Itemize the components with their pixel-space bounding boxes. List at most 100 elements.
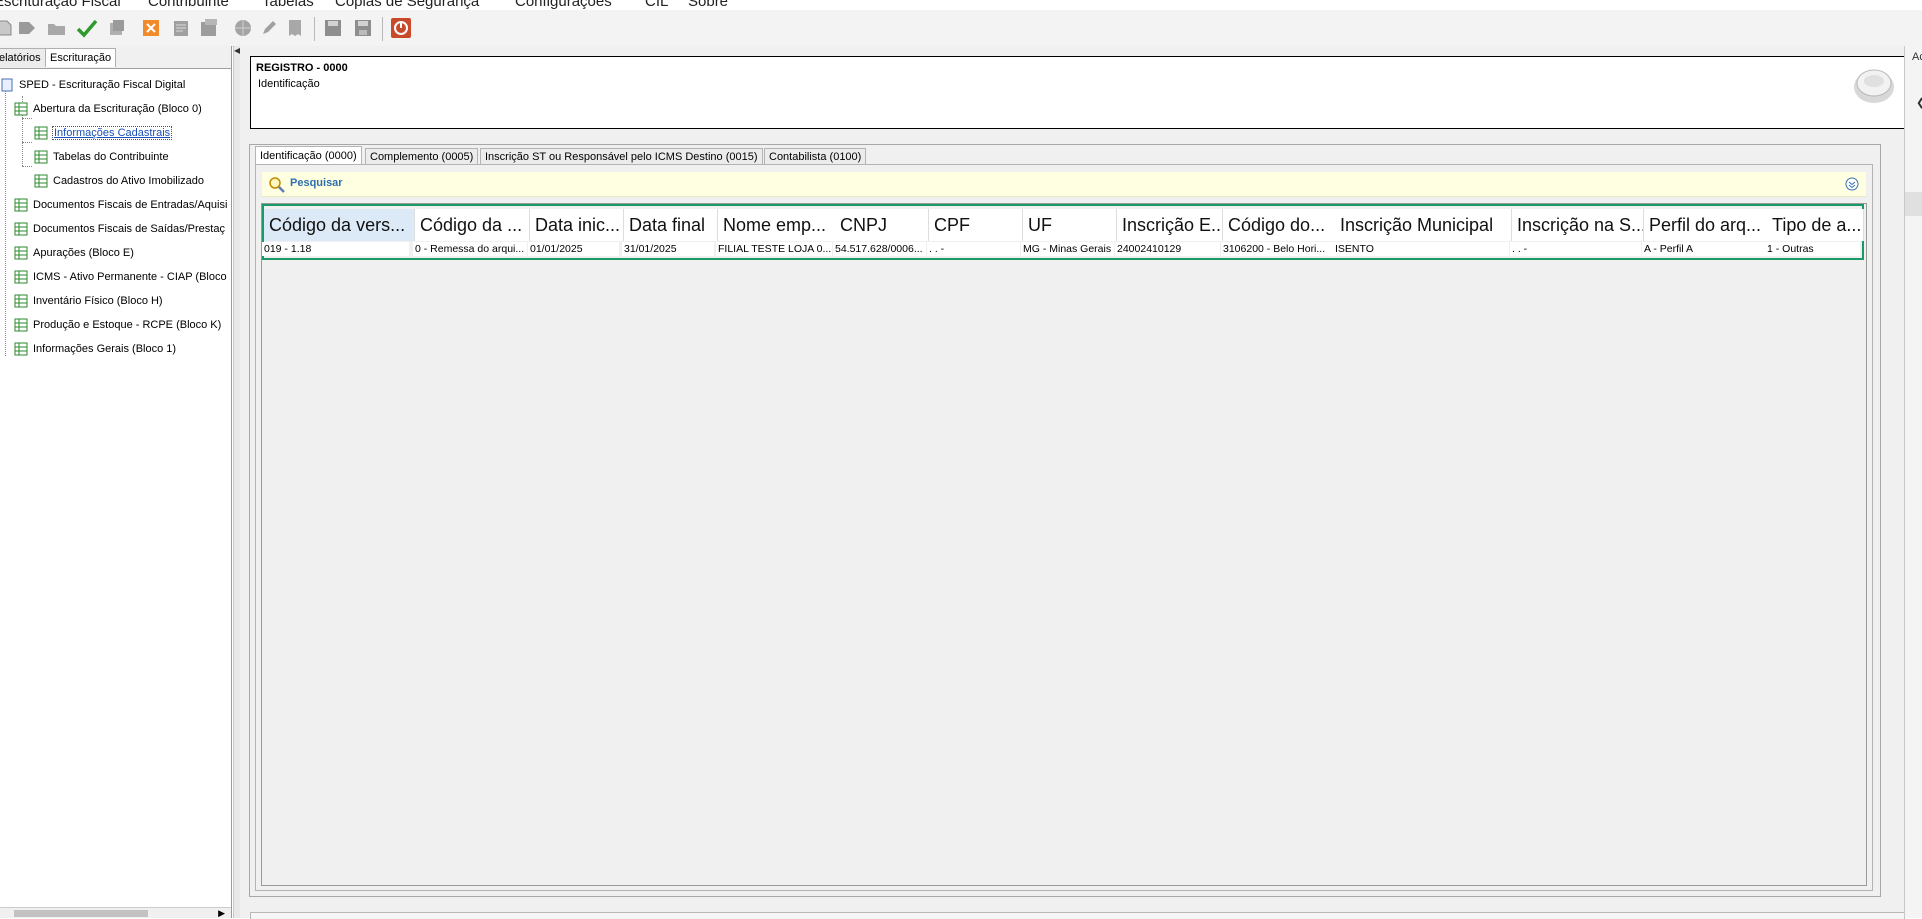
col-header-perfil-arquivo[interactable]: Perfil do arq...: [1644, 209, 1768, 241]
tree-node-informacoes-cadastrais[interactable]: Informações Cadastrais: [34, 124, 173, 142]
sign-icon[interactable]: [170, 17, 192, 39]
copy-icon[interactable]: [106, 17, 128, 39]
tree-node-label: Tabelas do Contribuinte: [53, 151, 169, 163]
col-header-codigo-versao[interactable]: Código da vers...: [264, 209, 415, 241]
record-header: REGISTRO - 0000 Identificação: [250, 56, 1905, 129]
col-header-data-inicial[interactable]: Data inic...: [530, 209, 624, 241]
tree-node-label: ICMS - Ativo Permanente - CIAP (Bloco: [33, 271, 227, 283]
open-folder-icon[interactable]: [46, 17, 68, 39]
table-cell[interactable]: 019 - 1.18: [262, 242, 409, 256]
menu-cil[interactable]: CIL: [645, 0, 668, 10]
col-header-tipo-atividade[interactable]: Tipo de a...: [1767, 209, 1864, 241]
col-header-inscricao-suframa[interactable]: Inscrição na S...: [1512, 209, 1644, 241]
tree-node-documentos-saidas[interactable]: Documentos Fiscais de Saídas/Prestaç: [14, 220, 225, 238]
table-cell[interactable]: . . -: [927, 242, 1020, 256]
table-cell[interactable]: 54.517.628/0006...: [833, 242, 926, 256]
tree-node-label: Documentos Fiscais de Saídas/Prestaç: [33, 223, 225, 235]
tab-inscricao-st[interactable]: Inscrição ST ou Responsável pelo ICMS De…: [480, 148, 763, 165]
tab-escrituracao[interactable]: Escrituração: [45, 48, 117, 67]
side-scroll-thumb[interactable]: [1905, 192, 1922, 216]
menu-sobre[interactable]: Sobre: [688, 0, 728, 10]
table-cell[interactable]: 31/01/2025: [622, 242, 714, 256]
tree-node-apuracoes[interactable]: Apurações (Bloco E): [14, 244, 134, 262]
tab-identificacao[interactable]: Identificação (0000): [255, 146, 362, 165]
record-title: REGISTRO - 0000: [256, 62, 348, 74]
col-header-cnpj[interactable]: CNPJ: [835, 209, 929, 241]
tree-node-inventario[interactable]: Inventário Físico (Bloco H): [14, 292, 163, 310]
validate-check-icon[interactable]: [76, 17, 98, 39]
right-side-strip: Ac ❮: [1904, 46, 1922, 918]
save-as-icon[interactable]: [352, 17, 374, 39]
exit-icon[interactable]: [390, 17, 412, 39]
scrollbar-thumb[interactable]: [14, 910, 148, 917]
save-icon[interactable]: [322, 17, 344, 39]
table-icon: [14, 318, 28, 332]
search-bar[interactable]: Pesquisar: [262, 172, 1866, 197]
table-icon: [34, 126, 48, 140]
scroll-right-arrow-icon[interactable]: ▶: [218, 908, 225, 918]
tree-node-root[interactable]: SPED - Escrituração Fiscal Digital: [0, 76, 185, 94]
horizontal-scrollbar[interactable]: ▶: [0, 907, 231, 918]
menu-contribuinte[interactable]: Contribuinte: [148, 0, 229, 10]
tree-node-informacoes-gerais[interactable]: Informações Gerais (Bloco 1): [14, 340, 176, 358]
close-x-icon[interactable]: [140, 17, 162, 39]
toolbar: [0, 10, 1922, 47]
search-label[interactable]: Pesquisar: [290, 177, 343, 189]
expand-chevron-icon[interactable]: [1845, 177, 1859, 191]
globe-icon[interactable]: [232, 17, 254, 39]
tree-node-producao-estoque[interactable]: Produção e Estoque - RCPE (Bloco K): [14, 316, 221, 334]
toolbar-separator: [314, 17, 315, 41]
table-cell[interactable]: 0 - Remessa do arqui...: [413, 242, 527, 256]
col-header-nome-empresarial[interactable]: Nome emp...: [718, 209, 836, 241]
tree-node-tabelas-contribuinte[interactable]: Tabelas do Contribuinte: [34, 148, 169, 166]
tab-complemento[interactable]: Complemento (0005): [365, 148, 479, 165]
table-cell[interactable]: 1 - Outras: [1765, 242, 1860, 256]
table-cell[interactable]: . . -: [1510, 242, 1641, 256]
tab-content: Pesquisar Código da vers... Código da ..…: [255, 164, 1873, 891]
table-icon: [14, 246, 28, 260]
table-cell[interactable]: FILIAL TESTE LOJA 0...: [716, 242, 832, 256]
table-icon: [14, 198, 28, 212]
menu-escrituracao-fiscal[interactable]: Escrituração Fiscal: [0, 0, 121, 10]
menu-copias-de-seguranca[interactable]: Cópias de Segurança: [335, 0, 479, 10]
tab-contabilista[interactable]: Contabilista (0100): [764, 148, 867, 165]
tab-relatorios[interactable]: elatórios: [0, 48, 46, 67]
tree-node-documentos-entradas[interactable]: Documentos Fiscais de Entradas/Aquisi: [14, 196, 227, 214]
edit-icon[interactable]: [258, 17, 280, 39]
tree-node-label: Informações Gerais (Bloco 1): [33, 343, 177, 355]
col-header-inscricao-municipal[interactable]: Inscrição Municipal: [1335, 209, 1512, 241]
table-icon: [14, 342, 28, 356]
main-area: REGISTRO - 0000 Identificação Identifica…: [240, 46, 1905, 919]
record-subtitle: Identificação: [258, 78, 320, 90]
tree-node-ciap[interactable]: ICMS - Ativo Permanente - CIAP (Bloco: [14, 268, 227, 286]
side-panel-label[interactable]: Ac: [1912, 51, 1922, 63]
col-header-data-final[interactable]: Data final: [624, 209, 718, 241]
table-cell[interactable]: MG - Minas Gerais: [1021, 242, 1114, 256]
tree-node-label: SPED - Escrituração Fiscal Digital: [19, 79, 186, 91]
table-cell[interactable]: 24002410129: [1115, 242, 1220, 256]
col-header-codigo-municipio[interactable]: Código do...: [1223, 209, 1336, 241]
table-cell[interactable]: 3106200 - Belo Hori...: [1221, 242, 1333, 256]
side-expand-arrow-icon[interactable]: ❮: [1916, 96, 1922, 109]
left-navigation-pane: elatórios Escrituração SPED - Escrituraç…: [0, 46, 232, 918]
table-cell[interactable]: A - Perfil A: [1642, 242, 1765, 256]
forward-icon[interactable]: [16, 17, 38, 39]
table-cell[interactable]: ISENTO: [1333, 242, 1509, 256]
menu-configuracoes[interactable]: Configurações: [515, 0, 612, 10]
table-icon: [14, 270, 28, 284]
search-icon[interactable]: [268, 176, 285, 193]
tree-node-abertura[interactable]: Abertura da Escrituração (Bloco 0): [14, 100, 202, 118]
tree-node-cadastros-ativo[interactable]: Cadastros do Ativo Imobilizado: [34, 172, 204, 190]
col-header-uf[interactable]: UF: [1023, 209, 1117, 241]
menu-bar: Escrituração Fiscal Contribuinte Tabelas…: [0, 0, 1922, 10]
transmit-icon[interactable]: [198, 17, 220, 39]
new-icon[interactable]: [0, 17, 16, 39]
tree-node-label: Informações Cadastrais: [51, 126, 173, 140]
tree-node-label: Documentos Fiscais de Entradas/Aquisi: [33, 199, 228, 211]
receipt-icon[interactable]: [284, 17, 306, 39]
menu-tabelas[interactable]: Tabelas: [262, 0, 314, 10]
col-header-cpf[interactable]: CPF: [929, 209, 1023, 241]
col-header-inscricao-estadual[interactable]: Inscrição E...: [1117, 209, 1223, 241]
table-cell[interactable]: 01/01/2025: [528, 242, 619, 256]
col-header-codigo-finalidade[interactable]: Código da ...: [415, 209, 530, 241]
